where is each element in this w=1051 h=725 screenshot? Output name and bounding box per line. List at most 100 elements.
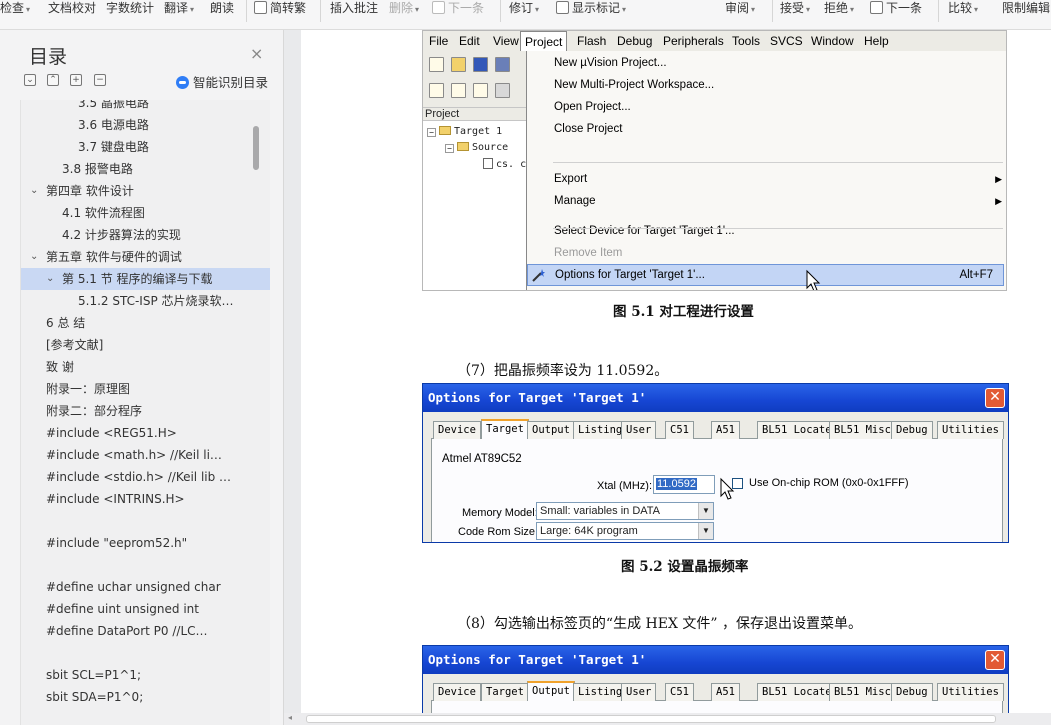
ribbon-accept-button[interactable]: 接受 ▾ (780, 0, 810, 18)
toc-item[interactable] (21, 510, 270, 532)
tab-bl51-misc[interactable]: BL51 Misc (829, 421, 896, 439)
collapse-all-icon[interactable]: ⌄ (24, 74, 36, 86)
toc-item[interactable]: sbit SCL=P1^1; (21, 664, 270, 686)
toc-item[interactable]: #include <INTRINS.H> (21, 488, 270, 510)
project-menu-item[interactable]: Export ▶ (527, 168, 1004, 190)
ribbon-show-markup-button[interactable]: 显示标记 ▾ (556, 0, 626, 18)
toc-item[interactable]: 附录二：部分程序 (21, 400, 270, 422)
ribbon-insert-comment-button[interactable]: 插入批注 (330, 0, 378, 18)
ribbon-delete-button[interactable]: 删除 ▾ (389, 0, 419, 18)
tab-utilities[interactable]: Utilities (937, 421, 1004, 439)
toc-item[interactable]: 附录一：原理图 (21, 378, 270, 400)
uvision-menu-svcs[interactable]: SVCS (770, 34, 803, 48)
code-rom-select[interactable]: Large: 64K program ▼ (536, 522, 714, 540)
tab-c51[interactable]: C51 (665, 421, 694, 439)
ribbon-read-aloud-button[interactable]: 朗读 (210, 0, 234, 18)
tab-output[interactable]: Output (527, 421, 575, 439)
project-menu-item[interactable]: New Multi-Project Workspace... (527, 74, 1004, 96)
uvision-menu-project[interactable]: Project (520, 31, 568, 51)
memory-model-select[interactable]: Small: variables in DATA ▼ (536, 502, 714, 520)
tab-debug[interactable]: Debug (891, 421, 933, 439)
uvision-menu-debug[interactable]: Debug (617, 34, 652, 48)
toc-item[interactable]: 4.2 计步器算法的实现 (21, 224, 270, 246)
toc-item[interactable]: 3.5 晶振电路 (21, 100, 270, 114)
project-menu-item[interactable]: Manage ▶ (527, 190, 1004, 212)
expand-up-icon[interactable]: ⌃ (47, 74, 59, 86)
toc-item[interactable]: 6 总 结 (21, 312, 270, 334)
tab-target[interactable]: Target (481, 683, 529, 701)
tab-listing[interactable]: Listing (573, 683, 628, 701)
scroll-thumb[interactable] (306, 715, 996, 723)
uvision-menu-tools[interactable]: Tools (732, 34, 760, 48)
chevron-down-icon[interactable]: ⌄ (30, 180, 38, 202)
smart-toc-button[interactable]: 智能识别目录 (176, 72, 268, 91)
toc-item[interactable]: #include <REG51.H> (21, 422, 270, 444)
toc-item[interactable]: #define uint unsigned int (21, 598, 270, 620)
tab-a51[interactable]: A51 (711, 683, 740, 701)
ribbon-track-changes-button[interactable]: 修订 ▾ (509, 0, 539, 18)
tab-bl51-locate[interactable]: BL51 Locate (757, 421, 837, 439)
toc-item[interactable]: ⌄ 第四章 软件设计 (21, 180, 270, 202)
scroll-left-icon[interactable]: ◂ (288, 713, 292, 722)
ribbon-next-comment-button[interactable]: 下一条 (432, 0, 484, 18)
toc-item[interactable]: #include "eeprom52.h" (21, 532, 270, 554)
chevron-down-icon[interactable]: ⌄ (30, 246, 38, 268)
toc-item[interactable]: #define DataPort P0 //LC… (21, 620, 270, 642)
toc-item[interactable]: 致 谢 (21, 356, 270, 378)
project-menu-item[interactable]: Remove Item (527, 242, 1004, 264)
ribbon-simp-trad-button[interactable]: 简转繁 (254, 0, 306, 18)
add-heading-icon[interactable]: + (70, 74, 82, 86)
ribbon-compare-button[interactable]: 比较 ▾ (948, 0, 978, 18)
tab-debug[interactable]: Debug (891, 683, 933, 701)
ribbon-check-button[interactable]: 检查 ▾ (0, 0, 30, 18)
toc-item[interactable] (21, 642, 270, 664)
uvision-menu-flash[interactable]: Flash (577, 34, 606, 48)
chevron-down-icon[interactable]: ⌄ (46, 268, 54, 290)
ribbon-reject-button[interactable]: 拒绝 ▾ (824, 0, 854, 18)
tab-user[interactable]: User (621, 683, 657, 701)
remove-heading-icon[interactable]: − (94, 74, 106, 86)
close-icon[interactable]: ✕ (985, 650, 1005, 670)
uvision-menu-window[interactable]: Window (811, 34, 854, 48)
toc-item[interactable]: [参考文献] (21, 334, 270, 356)
uvision-menu-help[interactable]: Help (864, 34, 889, 48)
xtal-input[interactable]: 11.0592 (653, 475, 715, 494)
ribbon-next-change-button[interactable]: 下一条 (870, 0, 922, 18)
ribbon-restrict-editing-button[interactable]: 限制编辑 (1002, 0, 1050, 18)
ribbon-proofread-button[interactable]: 文档校对 (48, 0, 96, 18)
toc-item[interactable]: sbit SDA=P1^0; (21, 686, 270, 708)
tab-c51[interactable]: C51 (665, 683, 694, 701)
toc-item[interactable]: 4.1 软件流程图 (21, 202, 270, 224)
toc-item[interactable]: 3.6 电源电路 (21, 114, 270, 136)
uvision-menu-file[interactable]: File (429, 34, 448, 48)
project-menu-item[interactable]: Options for Target 'Target 1'... Alt+F7 (527, 264, 1004, 286)
tab-utilities[interactable]: Utilities (937, 683, 1004, 701)
tab-bl51-misc[interactable]: BL51 Misc (829, 683, 896, 701)
toc-item[interactable]: #include <math.h> //Keil li… (21, 444, 270, 466)
toc-item[interactable]: 3.8 报警电路 (21, 158, 270, 180)
project-menu-item[interactable]: Select Device for Target 'Target 1'... (527, 220, 1004, 242)
tab-bl51-locate[interactable]: BL51 Locate (757, 683, 837, 701)
tab-user[interactable]: User (621, 421, 657, 439)
toc-item[interactable]: 5.1.2 STC-ISP 芯片烧录软… (21, 290, 270, 312)
onchip-rom-checkbox[interactable] (732, 478, 743, 489)
uvision-menu-edit[interactable]: Edit (459, 34, 480, 48)
toc-item[interactable]: 3.7 键盘电路 (21, 136, 270, 158)
tab-listing[interactable]: Listing (573, 421, 628, 439)
project-menu-item[interactable]: New µVision Project... (527, 52, 1004, 74)
toc-item[interactable]: #define uchar unsigned char (21, 576, 270, 598)
project-menu-item[interactable]: Close Project (527, 118, 1004, 140)
toc-item[interactable]: ⌄ 第 5.1 节 程序的编译与下载 (21, 268, 270, 290)
toc-item[interactable] (21, 554, 270, 576)
toc-scrollbar[interactable] (253, 126, 259, 170)
tab-device[interactable]: Device (433, 683, 481, 701)
toc-item[interactable] (21, 708, 270, 725)
project-menu-item[interactable]: Open Project... (527, 96, 1004, 118)
tab-target[interactable]: Target (481, 419, 529, 440)
tab-device[interactable]: Device (433, 421, 481, 439)
uvision-menu-peripherals[interactable]: Peripherals (663, 34, 724, 48)
ribbon-translate-button[interactable]: 翻译 ▾ (164, 0, 194, 18)
uvision-menu-view[interactable]: View (493, 34, 519, 48)
close-icon[interactable]: ✕ (985, 388, 1005, 408)
toc-item[interactable]: ⌄ 第五章 软件与硬件的调试 (21, 246, 270, 268)
